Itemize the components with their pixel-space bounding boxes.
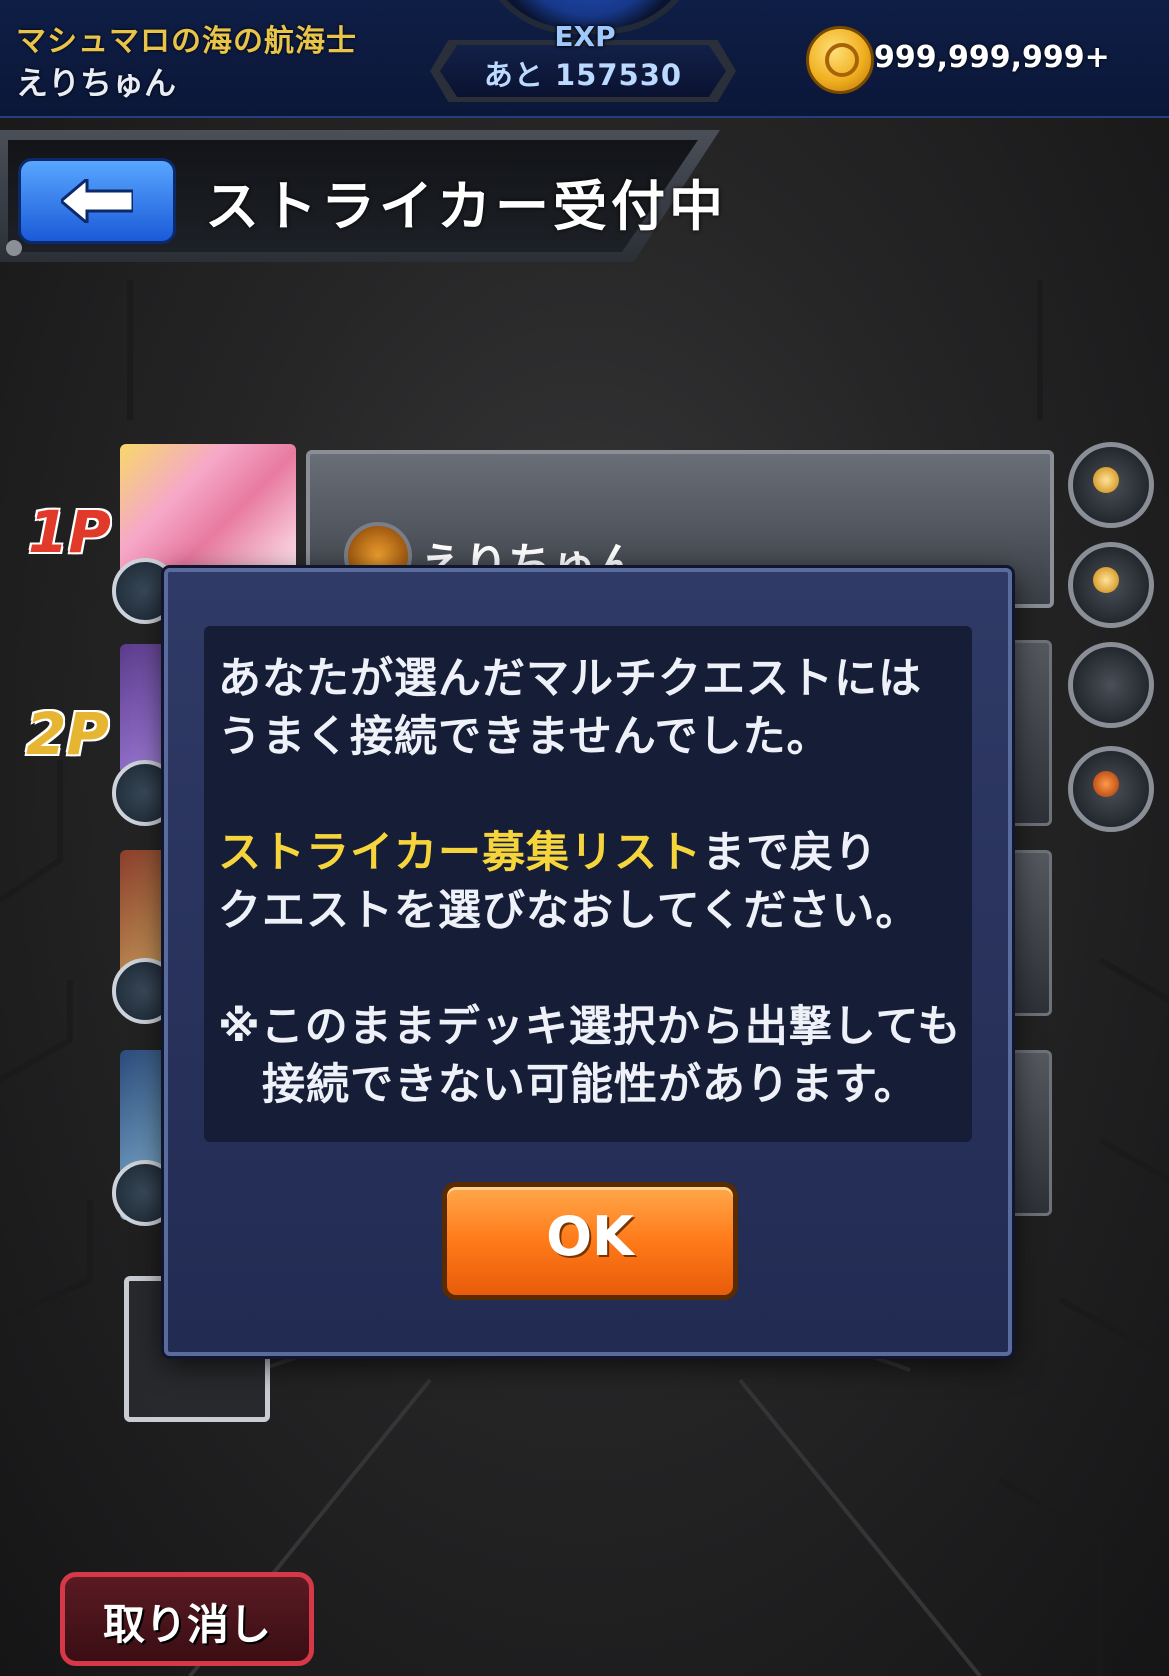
back-button[interactable] xyxy=(18,158,176,244)
exp-remaining: あと 157530 xyxy=(483,58,683,92)
player-name: えりちゅん xyxy=(16,64,177,102)
player1-label: 1P xyxy=(28,498,111,566)
dialog-message-line: ストライカー募集リストまで戻り xyxy=(218,818,878,880)
back-arrow-icon xyxy=(61,179,133,223)
dialog-message-line: あなたが選んだマルチクエストには xyxy=(218,654,922,704)
ok-button-label: OK xyxy=(546,1205,634,1268)
player2-label: 2P xyxy=(26,700,109,768)
rank-title: マシュマロの海の航海士 xyxy=(16,24,357,59)
dialog-message-line: うまく接続できませんでした。 xyxy=(218,712,831,762)
dialog-message-text: まで戻り xyxy=(702,828,878,878)
sun-orb-icon[interactable] xyxy=(1068,442,1154,528)
dialog-note-line: 接続できない可能性があります。 xyxy=(262,1060,918,1110)
dialog-message-line: クエストを選びなおしてください。 xyxy=(218,886,920,936)
dialog-note-line: ※このままデッキ選択から出撃しても xyxy=(218,1002,962,1052)
cancel-button[interactable]: 取り消し xyxy=(60,1572,314,1666)
exp-label: EXP xyxy=(554,20,616,53)
lock-orb-icon[interactable] xyxy=(1068,642,1154,728)
ok-button[interactable]: OK xyxy=(442,1182,738,1300)
screw-decoration xyxy=(6,240,22,256)
sun-orb-icon[interactable] xyxy=(1068,542,1154,628)
coin-icon xyxy=(806,26,874,94)
coin-count: 999,999,999+ xyxy=(874,40,1110,75)
cancel-button-label: 取り消し xyxy=(102,1600,271,1649)
treasure-chest-icon[interactable] xyxy=(1068,746,1154,832)
page-title: ストライカー受付中 xyxy=(205,175,727,238)
striker-list-link-text: ストライカー募集リスト xyxy=(218,828,702,878)
player1-monster-avatar xyxy=(120,444,296,574)
